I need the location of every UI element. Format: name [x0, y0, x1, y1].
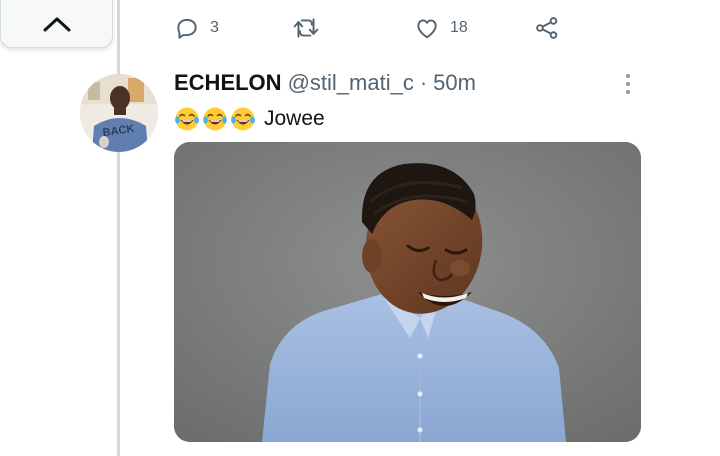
reply-icon: [177, 18, 197, 39]
tweet-action-bar: 3 18: [174, 10, 574, 46]
user-handle[interactable]: @stil_mati_c: [288, 70, 414, 96]
collapse-thread-button[interactable]: [0, 0, 113, 48]
avatar-image: BACK: [80, 74, 158, 152]
reply-button[interactable]: 3: [174, 10, 219, 46]
tweet-media-image[interactable]: [174, 142, 641, 442]
more-vertical-icon: [626, 74, 630, 94]
header-separator: ·: [419, 70, 428, 95]
share-icon: [536, 17, 558, 39]
share-button[interactable]: [534, 10, 560, 46]
heart-icon: [417, 19, 437, 39]
photo-laughing-man: [174, 142, 641, 442]
tweet-header: ECHELON @stil_mati_c · 50m: [174, 70, 476, 100]
tweet-body-text: Jowee: [264, 107, 325, 130]
tweet-timestamp[interactable]: 50m: [433, 70, 476, 96]
avatar[interactable]: BACK: [80, 74, 158, 152]
retweet-button[interactable]: [292, 10, 330, 46]
display-name[interactable]: ECHELON: [174, 70, 282, 96]
tears-of-joy-emoji: [231, 107, 255, 131]
tears-of-joy-emoji: [203, 107, 227, 131]
reply-count: 3: [210, 19, 219, 36]
emoji-group: [174, 106, 256, 132]
tweet-text: Jowee: [174, 104, 325, 134]
like-button[interactable]: 18: [414, 10, 468, 46]
retweet-icon: [293, 18, 319, 38]
like-count: 18: [450, 19, 468, 36]
tears-of-joy-emoji: [175, 107, 199, 131]
chevron-up-icon: [43, 17, 70, 32]
thread-connector-line: [117, 0, 120, 456]
more-options-button[interactable]: [616, 70, 640, 98]
